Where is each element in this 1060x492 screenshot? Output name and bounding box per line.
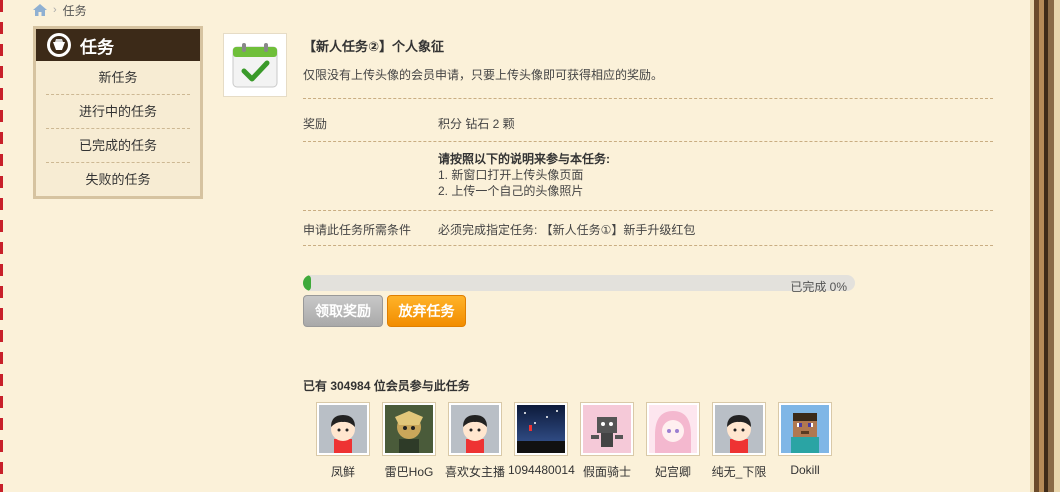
progress: 已完成 0% — [303, 275, 855, 294]
task-title: 【新人任务②】个人象征 — [303, 39, 445, 54]
participants-summary: 已有 304984 位会员参与此任务 — [303, 379, 470, 393]
progress-text: 已完成 0% — [790, 280, 847, 294]
participant[interactable]: 雷巴HoG — [376, 403, 442, 480]
participant-name[interactable]: 雷巴HoG — [376, 463, 442, 480]
reward-value: 积分 钻石 2 颗 — [438, 117, 515, 131]
participant-name[interactable]: 假面骑士 — [574, 463, 640, 480]
minecraft-avatar[interactable] — [779, 403, 831, 455]
reward-row: 奖励 积分 钻石 2 颗 — [303, 99, 993, 141]
participant-name[interactable]: 妃宫卿 — [640, 463, 706, 480]
participant[interactable]: Dokill — [772, 403, 838, 480]
instruction-step: 2. 上传一个自己的头像照片 — [438, 184, 584, 198]
participant[interactable]: 假面骑士 — [574, 403, 640, 480]
task-detail: 【新人任务②】个人象征 仅限没有上传头像的会员申请，只要上传头像即可获得相应的奖… — [303, 36, 993, 246]
instruction-step[interactable]: 1. 新窗口打开上传头像页面 — [438, 167, 993, 183]
sketch-robot-avatar[interactable] — [581, 403, 633, 455]
instructions-row: 请按照以下的说明来参与本任务: 1. 新窗口打开上传头像页面 2. 上传一个自己… — [303, 142, 993, 210]
task-description: 仅限没有上传头像的会员申请，只要上传头像即可获得相应的奖励。 — [303, 68, 664, 82]
default-avatar-icon[interactable] — [713, 403, 765, 455]
participant-name[interactable]: Dokill — [772, 463, 838, 477]
right-page-frame — [1030, 0, 1060, 492]
left-dashed-border — [0, 0, 3, 492]
participant-name[interactable]: 纯无_下限 — [706, 463, 772, 480]
progress-bar — [303, 275, 855, 291]
sidebar-header: 任务 — [36, 29, 200, 61]
participant[interactable]: 纯无_下限 — [706, 403, 772, 480]
participant[interactable]: 1094480014 — [508, 403, 575, 480]
home-icon[interactable] — [33, 4, 47, 16]
participant[interactable]: 凤鲜 — [310, 403, 376, 480]
default-avatar-icon[interactable] — [317, 403, 369, 455]
sidebar-item-new[interactable]: 新任务 — [46, 61, 190, 95]
abandon-task-button[interactable]: 放弃任务 — [387, 295, 466, 327]
condition-row: 申请此任务所需条件 必须完成指定任务: 【新人任务①】新手升级红包 — [303, 211, 993, 245]
calendar-check-icon — [223, 33, 287, 97]
claim-reward-button[interactable]: 领取奖励 — [303, 295, 383, 327]
participant-name[interactable]: 喜欢女主播 — [442, 463, 508, 480]
chevron-right-icon: › — [53, 4, 57, 16]
participant[interactable]: 喜欢女主播 — [442, 403, 508, 480]
divider — [303, 245, 993, 246]
anime-warrior-avatar[interactable] — [383, 403, 435, 455]
participant-list: 凤鲜 雷巴HoG 喜欢女主播 1094480014 假面骑士 妃宫卿 纯无_下限… — [310, 403, 838, 480]
night-sky-avatar[interactable] — [515, 403, 567, 455]
condition-value[interactable]: 必须完成指定任务: 【新人任务①】新手升级红包 — [438, 221, 993, 245]
instructions-title: 请按照以下的说明来参与本任务: — [438, 152, 610, 166]
sidebar-item-in-progress[interactable]: 进行中的任务 — [46, 95, 190, 129]
participant-name[interactable]: 凤鲜 — [310, 463, 376, 480]
progress-fill — [303, 275, 311, 291]
breadcrumb: › 任务 — [33, 2, 87, 18]
reward-label: 奖励 — [303, 117, 328, 131]
instructions: 请按照以下的说明来参与本任务: 1. 新窗口打开上传头像页面 2. 上传一个自己… — [438, 151, 993, 210]
sidebar-item-completed[interactable]: 已完成的任务 — [46, 129, 190, 163]
participant[interactable]: 妃宫卿 — [640, 403, 706, 480]
sidebar-item-failed[interactable]: 失败的任务 — [46, 163, 190, 197]
sidebar-title: 任务 — [80, 37, 114, 57]
participant-name[interactable]: 1094480014 — [508, 463, 575, 477]
sidebar: 任务 新任务 进行中的任务 已完成的任务 失败的任务 — [33, 26, 203, 199]
default-avatar-icon[interactable] — [449, 403, 501, 455]
task-badge-icon — [44, 31, 74, 59]
condition-label: 申请此任务所需条件 — [303, 223, 412, 237]
breadcrumb-current[interactable]: 任务 — [63, 2, 87, 19]
pink-anime-girl-avatar[interactable] — [647, 403, 699, 455]
